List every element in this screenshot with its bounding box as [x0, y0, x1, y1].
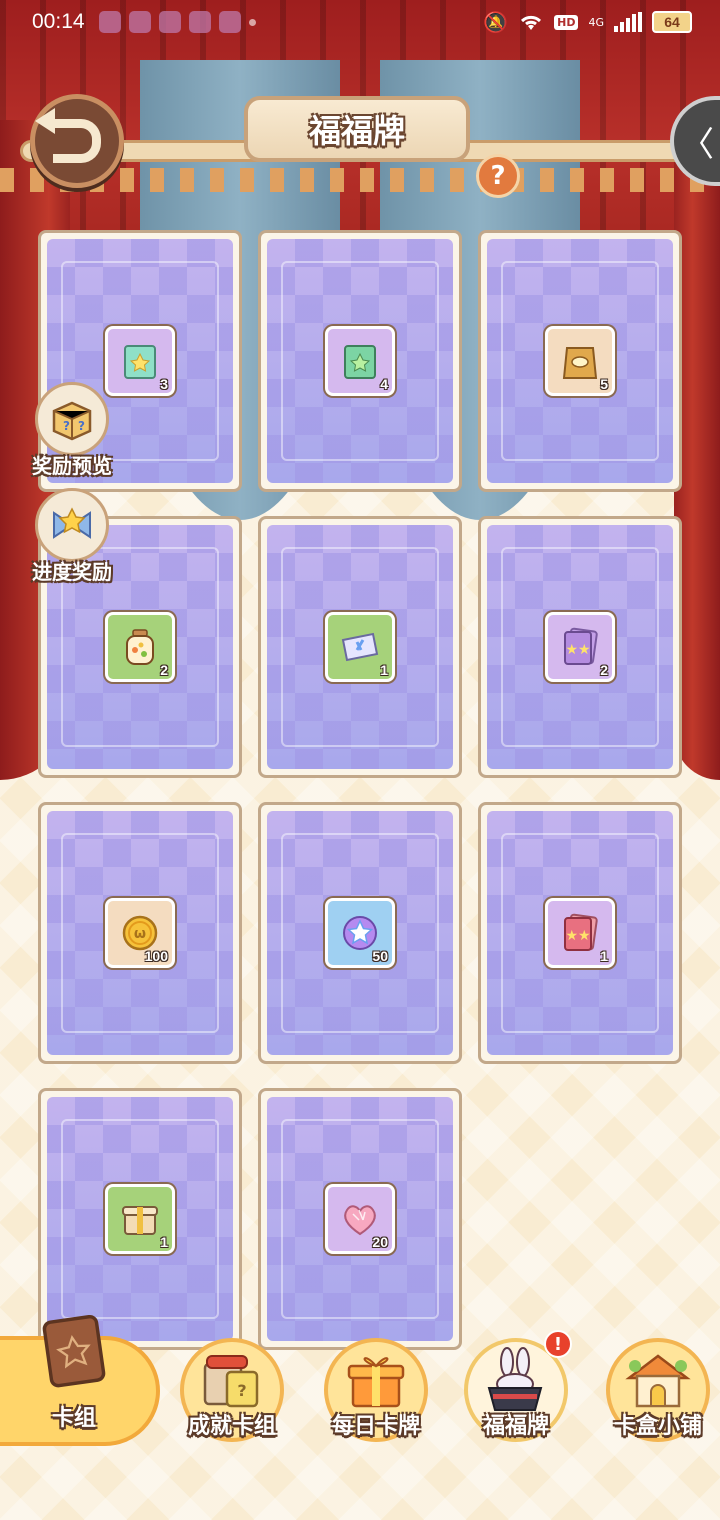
svg-text:★★: ★★ — [565, 642, 590, 658]
reward-item: 4 — [325, 326, 395, 396]
mystery-box-icon: ? ? — [35, 382, 109, 456]
app-notification-icon — [128, 11, 151, 33]
nav-tab-label: 成就卡组 — [187, 1414, 276, 1439]
card-back: 20 — [267, 1097, 453, 1341]
card-back: ω 100 — [47, 811, 233, 1055]
progress-reward-button[interactable]: 进度奖励 — [22, 488, 122, 585]
reward-item: 1 — [105, 1184, 175, 1254]
nav-tab-label: 每日卡牌 — [331, 1414, 420, 1439]
nav-tab-card-shop[interactable]: 卡盒小铺 — [598, 1338, 718, 1458]
card-back: ★★ 1 — [487, 811, 673, 1055]
card[interactable]: ω 100 — [38, 802, 242, 1064]
card-book-icon — [42, 1314, 106, 1388]
card-back: 50 — [267, 811, 453, 1055]
bottom-nav: 卡组 ? 成就卡组 每日卡牌 ! 福福牌 卡盒小铺 — [0, 1314, 720, 1452]
card[interactable]: 50 — [258, 802, 462, 1064]
shop-house-icon — [625, 1354, 691, 1408]
reward-item: ★★ 2 — [545, 612, 615, 682]
svg-text:★★: ★★ — [565, 928, 590, 944]
card-back: 1 — [267, 525, 453, 769]
nav-tab-label: 福福牌 — [482, 1414, 549, 1439]
wifi-icon — [521, 15, 542, 30]
app-notification-icon — [218, 11, 241, 33]
star-bow-icon — [35, 488, 109, 562]
card[interactable]: 20 — [258, 1088, 462, 1350]
card[interactable]: ★★ 2 — [478, 516, 682, 778]
network-type: 4G — [588, 15, 604, 29]
card-back: 4 — [267, 239, 453, 483]
svg-text:?: ? — [237, 1381, 246, 1400]
nav-tab-label: 卡组 — [51, 1406, 96, 1431]
reward-item: ω 100 — [105, 898, 175, 968]
item-count: 1 — [600, 948, 608, 964]
daily-gift-icon — [347, 1357, 405, 1408]
reward-item: 50 — [325, 898, 395, 968]
item-count: 2 — [160, 662, 168, 678]
nav-tab-achievement-deck[interactable]: ? 成就卡组 — [172, 1338, 292, 1458]
ticket-icon — [341, 632, 379, 662]
nav-tab-card-deck[interactable]: 卡组 — [14, 1314, 134, 1458]
item-count: 3 — [160, 376, 168, 392]
reward-item: ★★ 1 — [545, 898, 615, 968]
item-count: 1 — [380, 662, 388, 678]
status-bar: 00:14 🔕 HD 4G 64 — [0, 0, 720, 44]
item-count: 4 — [380, 376, 388, 392]
reward-item: 2 — [105, 612, 175, 682]
reward-preview-label: 奖励预览 — [32, 454, 112, 478]
candy-jar-icon — [126, 629, 154, 665]
purple-star-packet-icon: ★★ — [564, 627, 598, 665]
alert-badge: ! — [544, 1330, 572, 1358]
svg-text:?: ? — [78, 419, 85, 433]
notification-icons — [98, 11, 241, 33]
reward-item: 1 — [325, 612, 395, 682]
progress-reward-label: 进度奖励 — [32, 560, 112, 584]
reward-item: 20 — [325, 1184, 395, 1254]
achievement-cards-icon: ? — [203, 1355, 259, 1408]
app-notification-icon — [158, 11, 181, 33]
gift-box-icon — [122, 1206, 158, 1235]
card[interactable]: 5 — [478, 230, 682, 492]
more-notifications-icon — [248, 18, 256, 26]
card[interactable]: 1 — [258, 516, 462, 778]
help-button[interactable]: ? — [476, 154, 520, 198]
item-count: 1 — [160, 1234, 168, 1250]
title-plaque: 福福牌 — [244, 96, 470, 162]
svg-text:?: ? — [63, 419, 70, 433]
star-snack-bag-icon — [124, 345, 156, 379]
page-title: 福福牌 — [308, 112, 405, 150]
magic-hat-bunny-icon — [487, 1347, 543, 1411]
star-snack-bag-icon — [344, 345, 376, 379]
card[interactable]: ★★ 1 — [478, 802, 682, 1064]
reward-preview-button[interactable]: ? ? 奖励预览 — [22, 382, 122, 479]
card[interactable]: 4 — [258, 230, 462, 492]
app-notification-icon — [188, 11, 211, 33]
item-count: 100 — [144, 948, 168, 964]
signal-icon — [614, 12, 642, 32]
reward-item: 5 — [545, 326, 615, 396]
nav-tab-daily-cards[interactable]: 每日卡牌 — [316, 1338, 436, 1458]
back-arrow-icon — [35, 108, 101, 163]
nav-tab-label: 卡盒小铺 — [613, 1414, 702, 1439]
item-count: 50 — [372, 948, 388, 964]
red-star-packet-icon: ★★ — [564, 913, 598, 951]
nav-tab-lucky-cards[interactable]: ! 福福牌 — [456, 1330, 576, 1458]
item-count: 2 — [600, 662, 608, 678]
card-back: ★★ 2 — [487, 525, 673, 769]
item-count: 5 — [600, 376, 608, 392]
svg-text:ω: ω — [134, 926, 146, 942]
fish-food-bag-icon — [562, 347, 598, 379]
app-notification-icon — [98, 11, 121, 33]
back-button[interactable] — [30, 94, 124, 188]
item-count: 20 — [372, 1234, 388, 1250]
status-time: 00:14 — [32, 10, 85, 33]
mute-icon: 🔕 — [483, 10, 509, 34]
hd-badge: HD — [554, 14, 579, 30]
card-back: 5 — [487, 239, 673, 483]
battery-indicator: 64 — [652, 11, 692, 33]
card-back: 1 — [47, 1097, 233, 1341]
